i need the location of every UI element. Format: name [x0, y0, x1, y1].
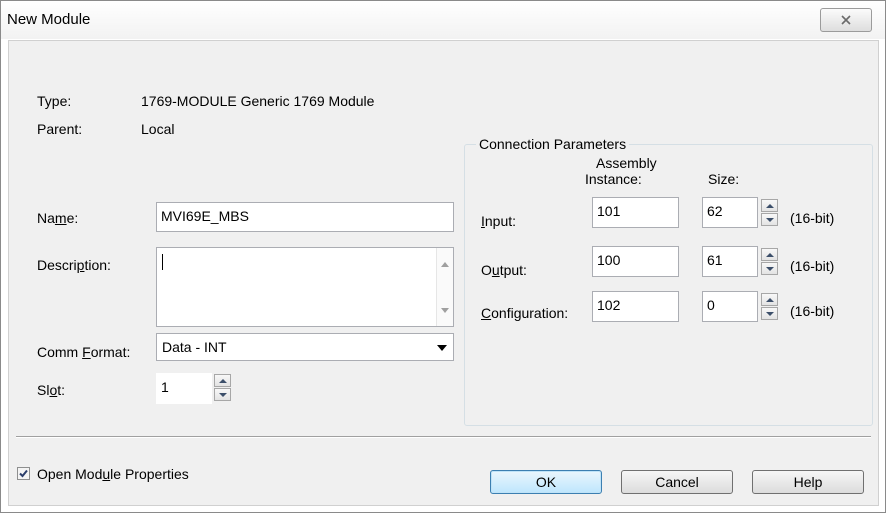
output-instance-field[interactable]: 100 [592, 246, 679, 277]
dropdown-arrow-icon[interactable] [437, 345, 447, 351]
description-textarea[interactable] [156, 247, 454, 327]
arrow-down-icon [766, 267, 774, 271]
separator-highlight [16, 437, 871, 438]
scroll-up-arrow-icon[interactable] [441, 262, 449, 267]
input-instance-field[interactable]: 101 [592, 197, 679, 228]
description-scrollbar[interactable] [436, 248, 453, 326]
spin-down-button[interactable] [761, 307, 778, 320]
spin-up-button[interactable] [761, 199, 778, 212]
comm-format-label: Comm Format: [37, 344, 131, 360]
spin-down-button[interactable] [761, 262, 778, 275]
arrow-up-icon [219, 379, 227, 383]
title-bar: New Module [1, 1, 885, 39]
parent-value: Local [141, 121, 175, 137]
scroll-down-arrow-icon[interactable] [441, 308, 449, 313]
arrow-up-icon [766, 253, 774, 257]
arrow-down-icon [219, 393, 227, 397]
ok-button[interactable]: OK [490, 470, 602, 494]
open-module-properties-checkbox[interactable] [17, 467, 30, 480]
output-size-field[interactable]: 61 [702, 246, 758, 277]
connection-parameters-title: Connection Parameters [476, 136, 630, 152]
cancel-button[interactable]: Cancel [621, 470, 733, 494]
arrow-down-icon [766, 218, 774, 222]
output-label: Output: [481, 262, 527, 278]
type-value: 1769-MODULE Generic 1769 Module [141, 93, 375, 109]
input-size-field[interactable]: 62 [702, 197, 758, 228]
type-label: Type: [37, 93, 72, 109]
help-button[interactable]: Help [752, 470, 864, 494]
arrow-up-icon [766, 298, 774, 302]
dialog-body: Type: 1769-MODULE Generic 1769 Module Pa… [8, 40, 879, 506]
close-x-icon [841, 15, 851, 25]
configuration-label: Configuration: [481, 305, 569, 321]
slot-spinner[interactable] [214, 374, 231, 402]
slot-input[interactable]: 1 [156, 373, 212, 404]
arrow-up-icon [766, 204, 774, 208]
name-input[interactable]: MVI69E_MBS [156, 202, 454, 232]
input-label: Input: [481, 213, 517, 229]
output-size-spinner[interactable] [761, 248, 778, 276]
open-module-properties-label[interactable]: Open Module Properties [37, 466, 189, 482]
size-header: Size: [708, 171, 740, 187]
configuration-instance-field[interactable]: 102 [592, 291, 679, 322]
slot-label: Slot: [37, 382, 66, 398]
window-title: New Module [7, 11, 91, 28]
arrow-down-icon [766, 312, 774, 316]
input-size-spinner[interactable] [761, 199, 778, 227]
spin-down-button[interactable] [214, 388, 231, 401]
new-module-dialog: New Module Type: 1769-MODULE Generic 176… [0, 0, 886, 513]
checkmark-icon [19, 469, 28, 478]
connection-parameters-group [464, 144, 873, 426]
parent-label: Parent: [37, 121, 83, 137]
configuration-unit: (16-bit) [790, 303, 835, 319]
description-label: Description: [37, 257, 111, 273]
comm-format-value: Data - INT [162, 339, 227, 355]
input-unit: (16-bit) [790, 210, 835, 226]
spin-up-button[interactable] [761, 293, 778, 306]
name-label: Name: [37, 210, 79, 226]
configuration-size-spinner[interactable] [761, 293, 778, 321]
configuration-size-field[interactable]: 0 [702, 291, 758, 322]
output-unit: (16-bit) [790, 258, 835, 274]
spin-down-button[interactable] [761, 213, 778, 226]
assembly-header: Assembly [596, 155, 657, 171]
spin-up-button[interactable] [214, 374, 231, 387]
spin-up-button[interactable] [761, 248, 778, 261]
text-cursor [162, 254, 163, 270]
close-button[interactable] [820, 8, 872, 32]
instance-header: Instance: [585, 171, 642, 187]
comm-format-select[interactable]: Data - INT [156, 333, 454, 361]
